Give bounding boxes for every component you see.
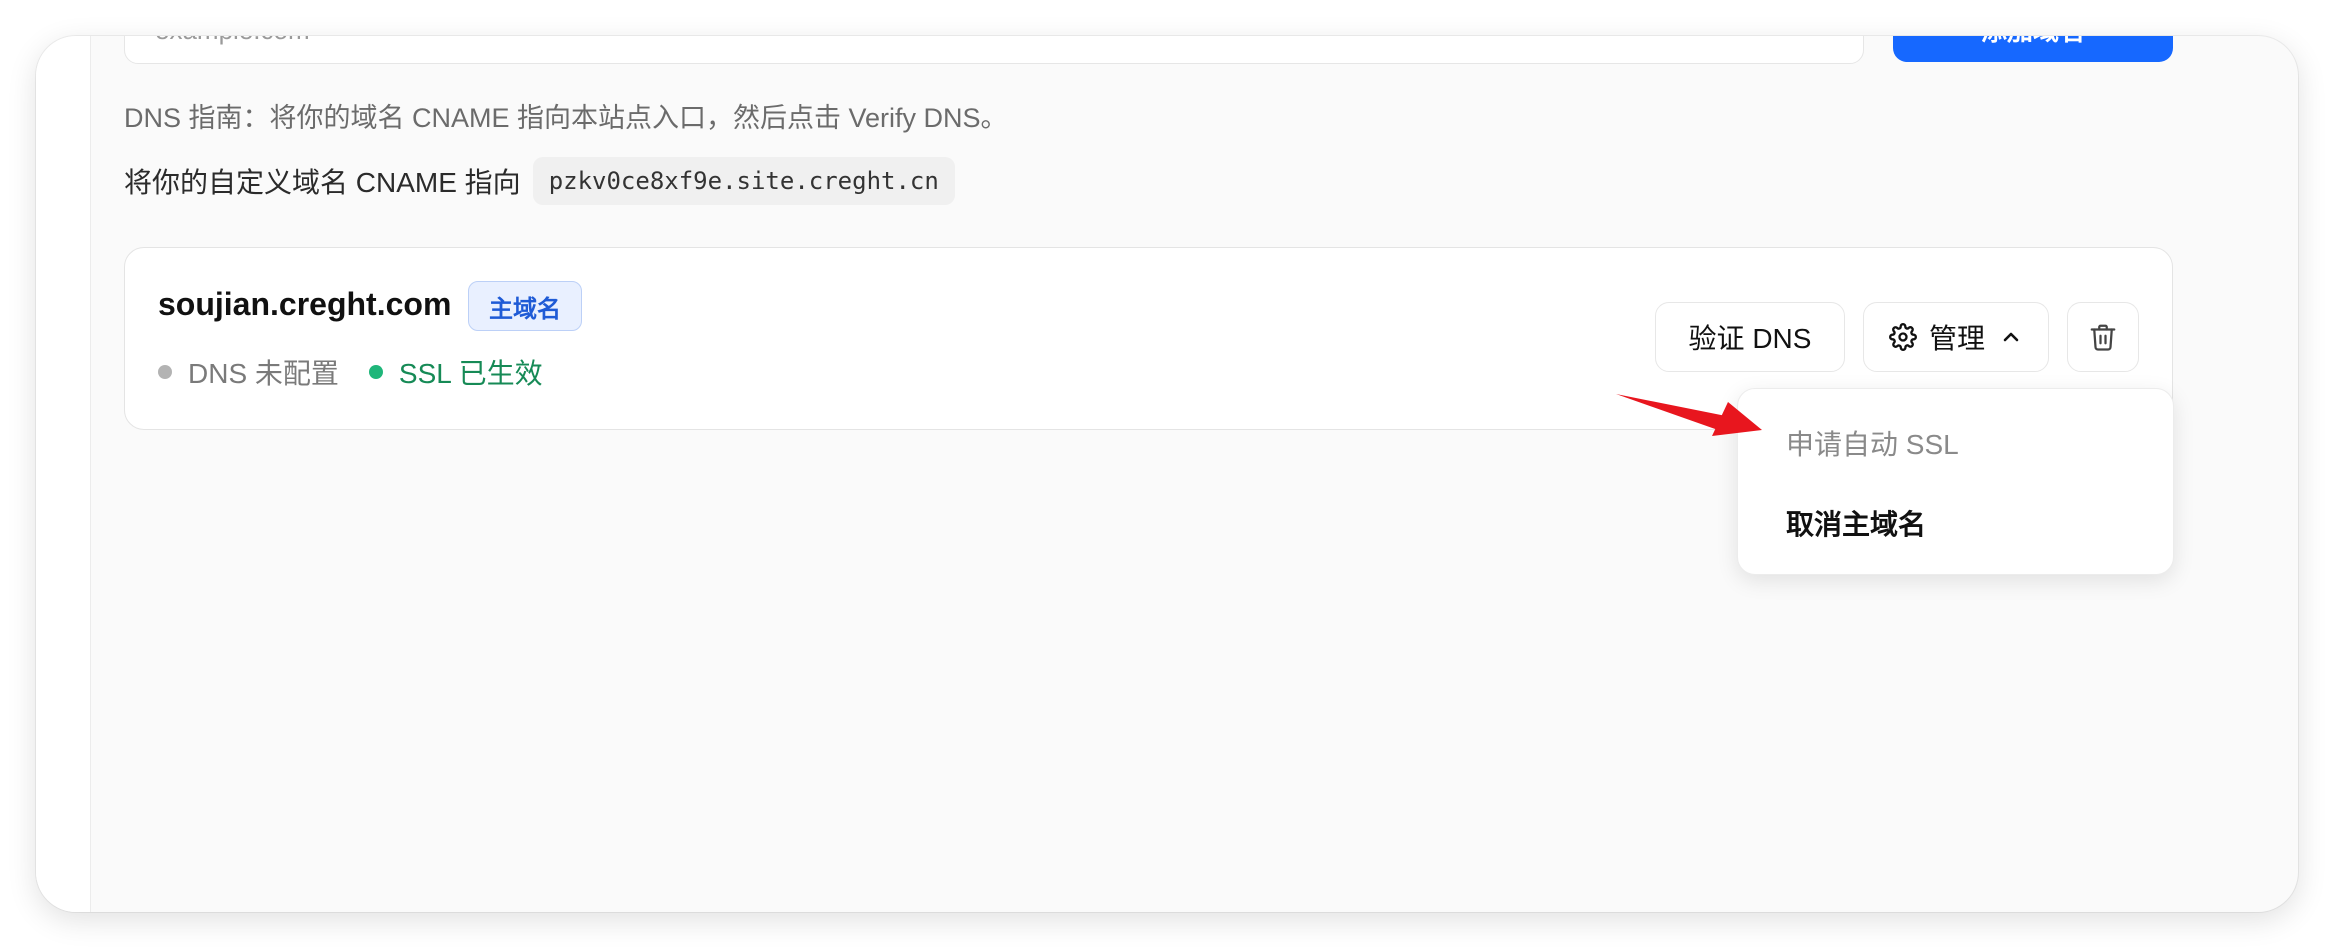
ssl-status-dot <box>368 365 383 379</box>
manage-label: 管理 <box>1928 323 1985 354</box>
sidebar <box>36 36 91 912</box>
add-domain-button[interactable]: 添加域名 <box>1893 36 2173 62</box>
manage-button[interactable]: 管理 <box>1863 302 2049 372</box>
dns-status: DNS 未配置 <box>158 352 339 392</box>
status-row: DNS 未配置 SSL 已生效 <box>158 352 573 392</box>
domain-name: soujian.creght.com <box>158 286 452 322</box>
cname-target: pzkv0ce8xf9e.site.creght.cn <box>532 157 955 205</box>
trash-icon <box>2088 322 2118 352</box>
dns-guide-text: DNS 指南：将你的域名 CNAME 指向本站点入口，然后点击 Verify D… <box>124 103 1008 133</box>
menu-item-request-ssl: 申请自动 SSL <box>1786 429 1959 460</box>
app-window: 添加域名 DNS 指南：将你的域名 CNAME 指向本站点入口，然后点击 Ver… <box>36 36 2298 912</box>
cname-label: 将你的自定义域名 CNAME 指向 <box>124 167 521 198</box>
ssl-status-label: SSL 已生效 <box>398 358 543 389</box>
manage-dropdown-menu: 申请自动 SSL 取消主域名 <box>1737 388 2174 575</box>
annotation-arrow-icon <box>1616 394 1762 436</box>
ssl-status: SSL 已生效 <box>368 352 543 392</box>
gear-icon <box>1889 323 1917 351</box>
chevron-up-icon <box>1999 325 2023 349</box>
cname-instruction: 将你的自定义域名 CNAME 指向 pzkv0ce8xf9e.site.creg… <box>124 156 955 206</box>
dns-status-dot <box>158 365 172 379</box>
dns-status-label: DNS 未配置 <box>188 358 339 389</box>
delete-button[interactable] <box>2067 302 2139 372</box>
menu-item-unset-primary[interactable]: 取消主域名 <box>1786 503 1926 543</box>
domain-input[interactable] <box>124 36 1864 64</box>
primary-domain-badge: 主域名 <box>468 281 582 331</box>
verify-dns-button[interactable]: 验证 DNS <box>1655 302 1845 372</box>
